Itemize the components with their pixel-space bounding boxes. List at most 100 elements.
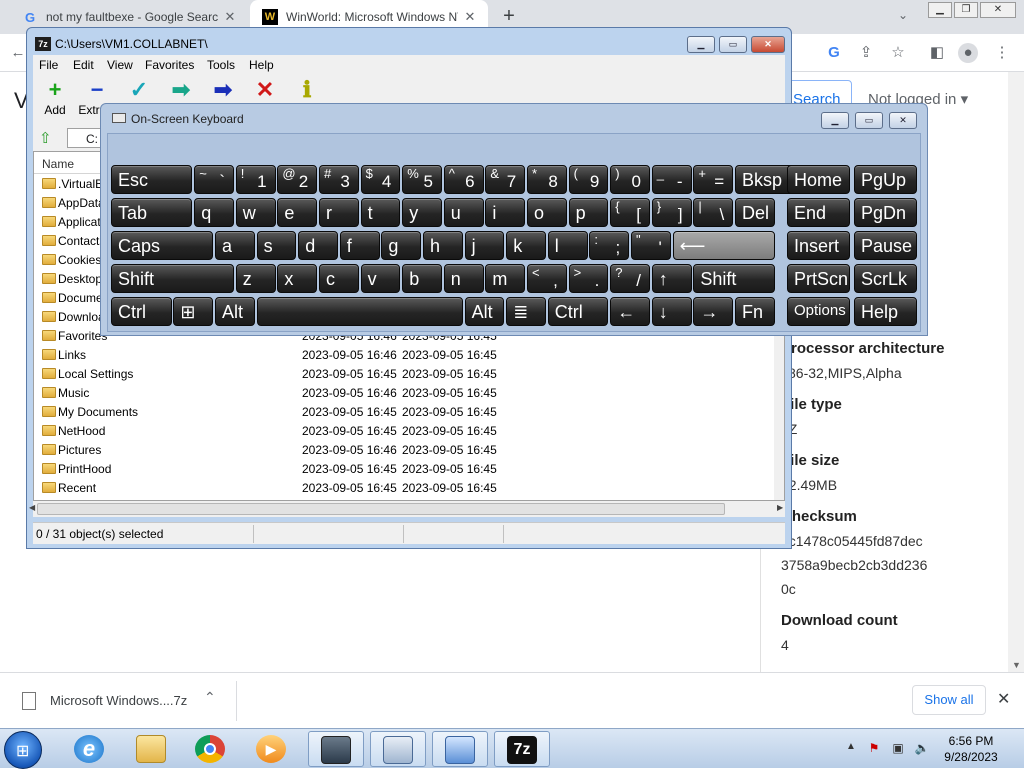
- key-v[interactable]: v: [360, 264, 401, 293]
- key-x[interactable]: x: [277, 264, 318, 293]
- key-9[interactable]: (9: [568, 165, 609, 194]
- menu-view[interactable]: View: [107, 58, 133, 72]
- key-2[interactable]: @2: [277, 165, 318, 194]
- copy-button[interactable]: ➡: [161, 77, 201, 103]
- system-clock[interactable]: 6:56 PM 9/28/2023: [936, 733, 1006, 765]
- key-[interactable]: ⊞: [173, 297, 214, 326]
- chevron-up-icon[interactable]: ⌃: [204, 689, 216, 706]
- key-z[interactable]: z: [235, 264, 276, 293]
- add-button[interactable]: + Add: [35, 77, 75, 117]
- minimize-button[interactable]: ▁: [687, 36, 715, 53]
- key-g[interactable]: g: [381, 231, 422, 260]
- delete-button[interactable]: ✕: [245, 77, 285, 103]
- profile-avatar-icon[interactable]: ●: [958, 43, 978, 63]
- key-1[interactable]: ! 1: [235, 165, 276, 194]
- key-[interactable]: | \: [693, 198, 734, 227]
- page-scrollbar[interactable]: ▼: [1008, 72, 1024, 672]
- minimize-button[interactable]: ▁: [821, 112, 849, 129]
- action-center-icon[interactable]: ⚑: [866, 741, 882, 757]
- key-[interactable]: ↓: [651, 297, 692, 326]
- key-space[interactable]: [256, 297, 463, 326]
- key-b[interactable]: b: [402, 264, 442, 293]
- key-j[interactable]: j: [464, 231, 505, 260]
- key-pgdn[interactable]: PgDn: [854, 198, 917, 227]
- menu-edit[interactable]: Edit: [73, 58, 94, 72]
- close-tab-icon[interactable]: ✕: [462, 9, 478, 25]
- side-panel-icon[interactable]: ◧: [927, 43, 947, 63]
- menu-tools[interactable]: Tools: [207, 58, 235, 72]
- key-insert[interactable]: Insert: [787, 231, 850, 260]
- network-icon[interactable]: ▣: [890, 741, 906, 757]
- key-[interactable]: {[: [610, 198, 650, 227]
- key-[interactable]: ~ `: [194, 165, 234, 194]
- key-e[interactable]: e: [277, 198, 318, 227]
- close-download-bar-icon[interactable]: ✕: [997, 689, 1010, 709]
- key-s[interactable]: s: [256, 231, 297, 260]
- tab-search-icon[interactable]: ⌄: [898, 8, 908, 22]
- key-caps[interactable]: Caps: [111, 231, 214, 260]
- new-tab-button[interactable]: +: [498, 6, 520, 28]
- scroll-left-arrow-icon[interactable]: ◀: [29, 503, 35, 512]
- move-button[interactable]: ➡: [203, 77, 243, 103]
- key-[interactable]: ⟵: [672, 231, 775, 260]
- key-a[interactable]: a: [215, 231, 255, 260]
- key-y[interactable]: y: [402, 198, 442, 227]
- table-row[interactable]: Pictures 2023-09-05 16:46 2023-09-05 16:45: [34, 441, 774, 460]
- key-options[interactable]: Options: [787, 297, 850, 326]
- back-icon[interactable]: ←: [8, 43, 28, 63]
- key-help[interactable]: Help: [854, 297, 917, 326]
- bookmark-star-icon[interactable]: ☆: [888, 43, 908, 63]
- key-m[interactable]: m: [485, 264, 526, 293]
- table-row[interactable]: My Documents 2023-09-05 16:45 2023-09-05 1…: [34, 403, 774, 422]
- key-shift[interactable]: Shift: [693, 264, 775, 293]
- 7zip-icon[interactable]: 7z: [494, 731, 550, 767]
- key-0[interactable]: ) 0: [610, 165, 650, 194]
- close-button[interactable]: ✕: [751, 36, 785, 53]
- key-fn[interactable]: Fn: [735, 297, 775, 326]
- key-del[interactable]: Del: [735, 198, 775, 227]
- table-row[interactable]: Links 2023-09-05 16:46 2023-09-05 16:45: [34, 346, 774, 365]
- key-alt[interactable]: Alt: [464, 297, 505, 326]
- key-4[interactable]: $4: [360, 165, 401, 194]
- key-ctrl[interactable]: Ctrl: [111, 297, 172, 326]
- virtualbox-icon[interactable]: [308, 731, 364, 767]
- media-player-icon[interactable]: ▶: [244, 731, 300, 767]
- key-8[interactable]: * 8: [527, 165, 567, 194]
- key-3[interactable]: #3: [319, 165, 359, 194]
- key-prtscn[interactable]: PrtScn: [787, 264, 850, 293]
- key-[interactable]: ≣: [506, 297, 546, 326]
- key-[interactable]: ? /: [610, 264, 650, 293]
- volume-icon[interactable]: 🔈: [914, 741, 930, 757]
- table-row[interactable]: Recent 2023-09-05 16:45 2023-09-05 16:45: [34, 479, 774, 498]
- key-q[interactable]: q: [194, 198, 234, 227]
- table-row[interactable]: NetHood 2023-09-05 16:45 2023-09-05 16:45: [34, 422, 774, 441]
- scroll-right-arrow-icon[interactable]: ▶: [777, 503, 783, 512]
- key-p[interactable]: p: [568, 198, 609, 227]
- scroll-down-arrow-icon[interactable]: ▼: [1012, 660, 1021, 670]
- key-k[interactable]: k: [506, 231, 546, 260]
- download-item-name[interactable]: Microsoft Windows....7z: [50, 693, 187, 708]
- key-scrlk[interactable]: ScrLk: [854, 264, 917, 293]
- keyboard-icon[interactable]: [370, 731, 426, 767]
- browser-close-button[interactable]: ✕: [980, 2, 1016, 18]
- key-[interactable]: ↑: [651, 264, 692, 293]
- browser-menu-icon[interactable]: ⋮: [992, 43, 1012, 63]
- menu-favorites[interactable]: Favorites: [145, 58, 194, 72]
- key-t[interactable]: t: [360, 198, 401, 227]
- file-explorer-icon[interactable]: [124, 731, 180, 767]
- control-panel-icon[interactable]: [432, 731, 488, 767]
- close-button[interactable]: ✕: [889, 112, 917, 129]
- info-button[interactable]: ℹ: [287, 77, 327, 103]
- menu-file[interactable]: File: [39, 58, 58, 72]
- key-ctrl[interactable]: Ctrl: [547, 297, 609, 326]
- key-o[interactable]: o: [527, 198, 567, 227]
- scroll-thumb[interactable]: [37, 503, 725, 515]
- key-[interactable]: }]: [651, 198, 692, 227]
- key-6[interactable]: ^ 6: [443, 165, 484, 194]
- key-end[interactable]: End: [787, 198, 850, 227]
- key-h[interactable]: h: [423, 231, 463, 260]
- key-n[interactable]: n: [443, 264, 484, 293]
- internet-explorer-icon[interactable]: e: [62, 731, 118, 767]
- key-c[interactable]: c: [319, 264, 359, 293]
- key-shift[interactable]: Shift: [111, 264, 234, 293]
